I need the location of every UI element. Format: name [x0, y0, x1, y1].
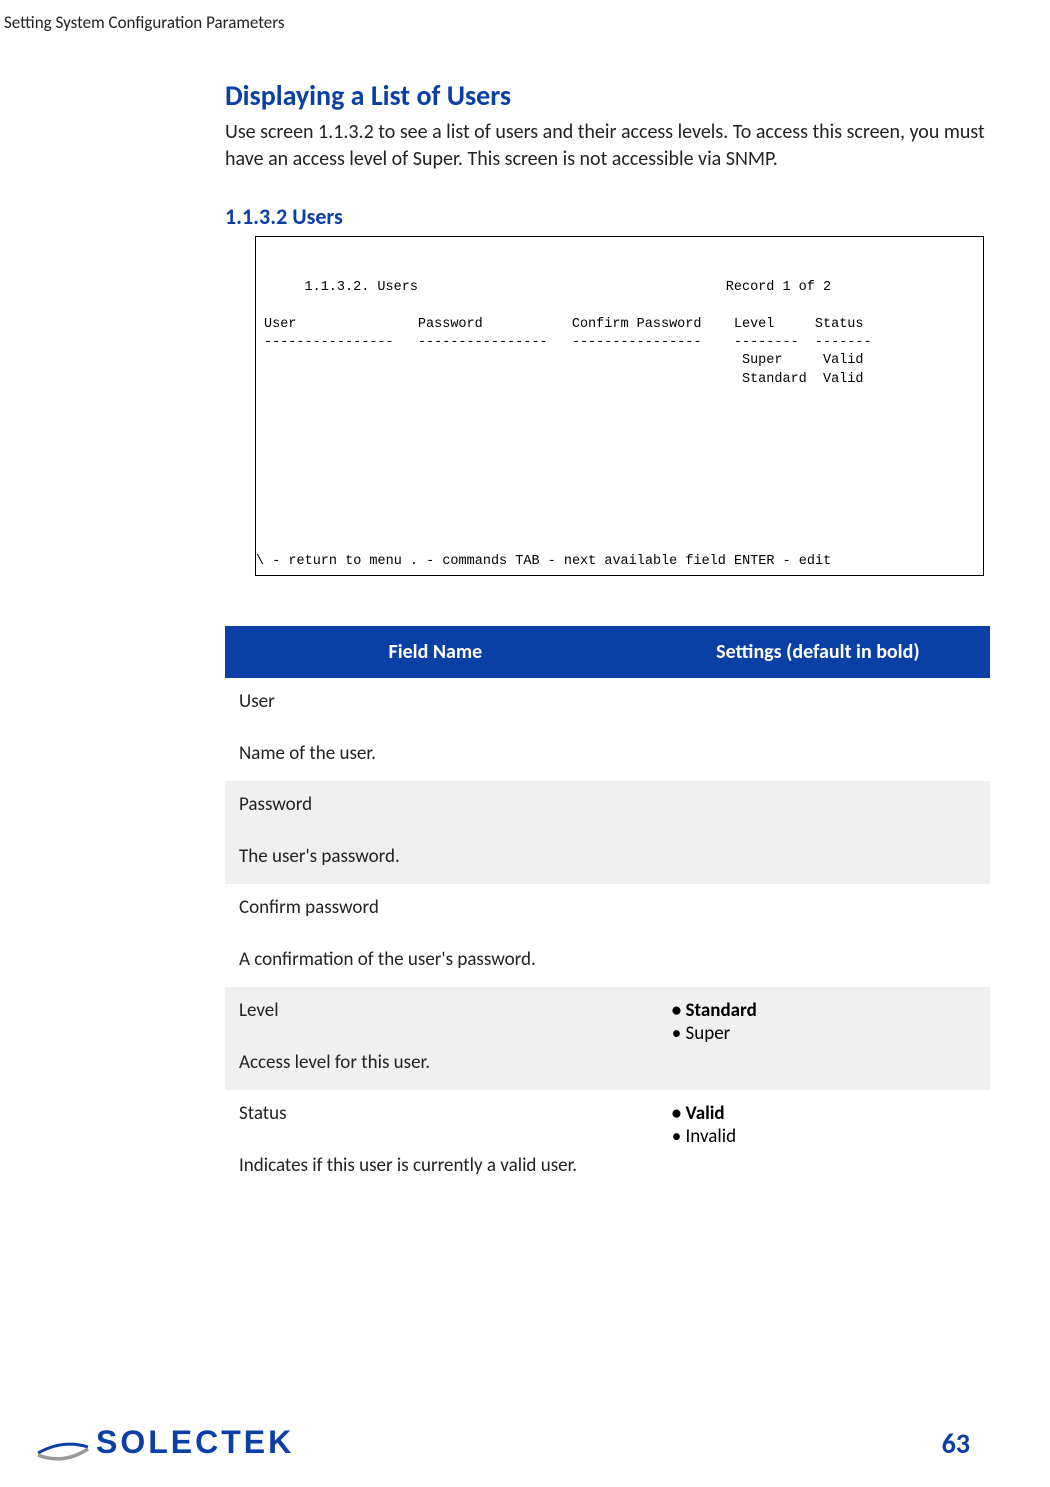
terminal-screenshot: 1.1.3.2. Users Record 1 of 2 User Passwo…: [255, 236, 984, 576]
setting-option: Valid: [672, 1102, 976, 1125]
field-desc: Name of the user.: [239, 736, 632, 765]
table-row: User Name of the user.: [225, 678, 990, 781]
page-footer: SOLECTEK 63: [36, 1424, 970, 1461]
field-name: Password: [239, 793, 312, 816]
section-title: Displaying a List of Users: [225, 78, 990, 113]
setting-option: Standard: [672, 999, 976, 1022]
setting-option: Super: [672, 1022, 976, 1045]
field-name: Confirm password: [239, 896, 379, 919]
logo: SOLECTEK: [36, 1424, 294, 1461]
table-row: Status Indicates if this user is current…: [225, 1090, 990, 1193]
field-desc: Indicates if this user is currently a va…: [239, 1148, 632, 1177]
table-row: Level Access level for this user. Standa…: [225, 987, 990, 1090]
terminal-body: 1.1.3.2. Users Record 1 of 2 User Passwo…: [264, 279, 975, 388]
field-name: Status: [239, 1102, 287, 1125]
intro-paragraph: Use screen 1.1.3.2 to see a list of user…: [225, 119, 990, 173]
subsection-title: 1.1.3.2 Users: [225, 203, 990, 230]
col-field-name: Field Name: [225, 626, 646, 678]
table-row: Password The user's password.: [225, 781, 990, 884]
logo-text: SOLECTEK: [96, 1424, 294, 1461]
setting-option: Invalid: [672, 1125, 976, 1148]
field-desc: A confirmation of the user's password.: [239, 942, 632, 971]
field-desc: The user's password.: [239, 839, 632, 868]
col-settings: Settings (default in bold): [646, 626, 990, 678]
page-header: Setting System Configuration Parameters: [0, 0, 1050, 33]
terminal-footer: \ - return to menu . - commands TAB - ne…: [256, 553, 975, 571]
page-number: 63: [942, 1426, 970, 1461]
field-desc: Access level for this user.: [239, 1045, 632, 1074]
logo-icon: [36, 1425, 90, 1461]
field-table: Field Name Settings (default in bold) Us…: [225, 626, 990, 1193]
field-name: Level: [239, 999, 279, 1022]
field-name: User: [239, 690, 275, 713]
main-content: Displaying a List of Users Use screen 1.…: [0, 33, 1050, 1193]
table-row: Confirm password A confirmation of the u…: [225, 884, 990, 987]
